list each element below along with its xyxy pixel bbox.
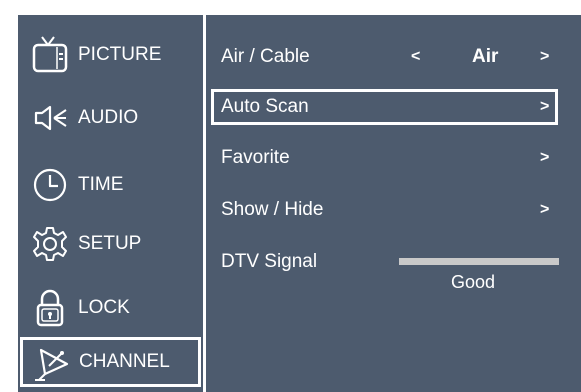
category-sidebar: PICTURE AUDIO TIME SETUP LOCK CHANNEL	[18, 15, 203, 392]
sidebar-item-label: PICTURE	[78, 44, 162, 65]
auto-scan-label: Auto Scan	[221, 96, 309, 117]
favorite-row[interactable]: Favorite >	[211, 140, 558, 176]
sidebar-item-label: TIME	[78, 174, 124, 195]
favorite-label: Favorite	[221, 147, 290, 168]
chevron-right-icon[interactable]: >	[540, 48, 549, 66]
signal-status: Good	[451, 272, 496, 292]
chevron-right-icon: >	[540, 98, 550, 115]
chevron-right-icon: >	[540, 201, 550, 218]
sidebar-item-picture[interactable]: PICTURE	[22, 30, 200, 80]
sidebar-item-time[interactable]: TIME	[22, 160, 200, 210]
air-cable-row[interactable]: Air / Cable < Air >	[211, 39, 558, 75]
sidebar-item-label: AUDIO	[78, 107, 139, 128]
satellite-dish-icon	[31, 342, 71, 382]
auto-scan-row[interactable]: Auto Scan >	[211, 89, 558, 125]
osd-menu: PICTURE AUDIO TIME SETUP LOCK CHANNEL Ai…	[18, 15, 581, 392]
sidebar-item-label: SETUP	[78, 233, 142, 254]
channel-settings-panel: Air / Cable < Air > Auto Scan > Favorite…	[206, 15, 581, 392]
sidebar-item-channel[interactable]: CHANNEL	[20, 337, 201, 387]
sidebar-item-label: CHANNEL	[79, 351, 170, 372]
sidebar-item-audio[interactable]: AUDIO	[22, 93, 200, 143]
speaker-icon	[30, 98, 70, 138]
air-cable-label: Air / Cable	[221, 46, 310, 67]
show-hide-row[interactable]: Show / Hide >	[211, 192, 558, 228]
sidebar-item-label: LOCK	[78, 297, 130, 318]
sidebar-item-lock[interactable]: LOCK	[22, 283, 200, 333]
dtv-signal-label: DTV Signal	[221, 251, 318, 272]
signal-strength-bar	[399, 258, 559, 265]
air-cable-value: Air	[472, 46, 499, 67]
show-hide-label: Show / Hide	[221, 199, 324, 220]
tv-icon	[30, 35, 70, 75]
sidebar-item-setup[interactable]: SETUP	[22, 219, 200, 269]
chevron-right-icon: >	[540, 149, 550, 166]
padlock-icon	[30, 288, 70, 328]
chevron-left-icon[interactable]: <	[411, 48, 420, 66]
clock-icon	[30, 165, 70, 205]
gear-icon	[30, 224, 70, 264]
